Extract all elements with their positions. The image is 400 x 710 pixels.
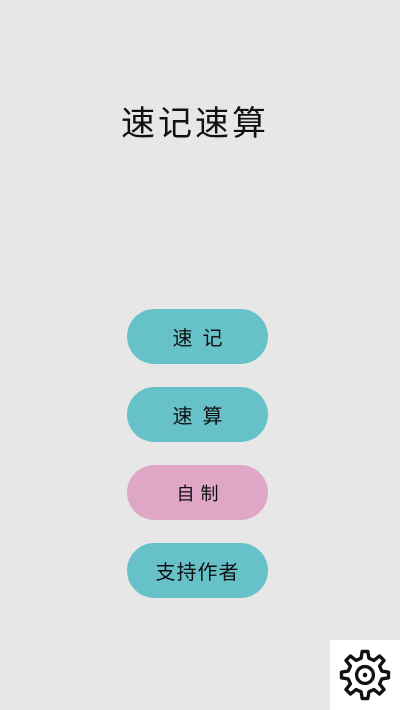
settings-button[interactable] <box>330 640 400 710</box>
gear-icon <box>339 649 391 701</box>
app-title: 速记速算 <box>121 104 269 144</box>
calculate-button[interactable]: 速算 <box>127 387 268 442</box>
custom-button[interactable]: 自制 <box>127 465 268 520</box>
memorize-button[interactable]: 速记 <box>127 309 268 364</box>
support-author-button[interactable]: 支持作者 <box>127 543 268 598</box>
main-menu: 速记 速算 自制 支持作者 <box>127 309 268 621</box>
